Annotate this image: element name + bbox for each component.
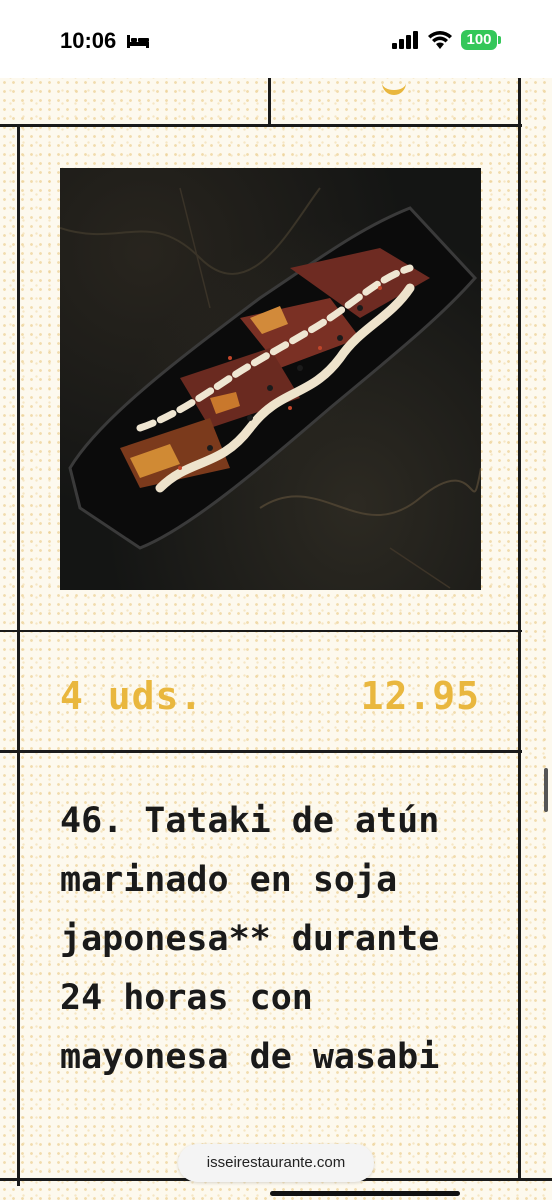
bed-icon: [127, 35, 149, 48]
grid-line: [17, 126, 20, 1186]
wifi-icon: [428, 31, 452, 49]
scrollbar[interactable]: [544, 768, 548, 812]
grid-line: [0, 124, 522, 127]
item-price: 12.95: [360, 674, 480, 718]
grid-line: [0, 630, 522, 632]
grid-line: [0, 750, 522, 753]
url-bar[interactable]: isseirestaurante.com: [178, 1144, 374, 1182]
url-text: isseirestaurante.com: [206, 1154, 346, 1171]
signal-icon: [392, 31, 418, 49]
grid-line: [518, 78, 521, 1180]
battery-icon: 100: [461, 30, 497, 50]
status-bar: 10:06 100: [0, 0, 552, 78]
home-indicator[interactable]: [270, 1191, 460, 1196]
dish-photo[interactable]: [60, 168, 481, 590]
battery-level: 100: [466, 31, 492, 48]
item-quantity: 4 uds.: [60, 674, 204, 718]
status-time: 10:06: [60, 28, 117, 53]
grid-line: [268, 78, 271, 126]
dish-title: 46. Tataki de atún marinado en soja japo…: [60, 801, 440, 1077]
battery-tip: [498, 36, 501, 44]
